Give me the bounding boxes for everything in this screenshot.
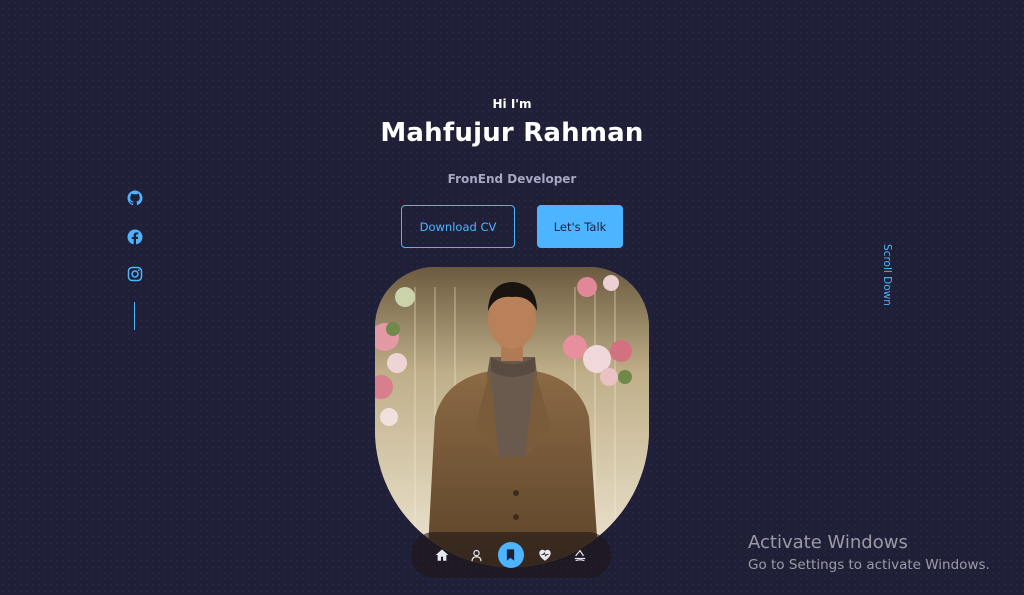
activate-windows-subtitle: Go to Settings to activate Windows. [748,557,990,573]
nav-contact[interactable] [567,542,593,568]
nav-services[interactable] [532,542,558,568]
nav-home[interactable] [429,542,455,568]
user-icon [471,549,482,561]
scroll-down-link[interactable]: Scroll Down [881,244,893,306]
github-icon[interactable] [127,190,143,206]
download-cv-button[interactable]: Download CV [401,205,515,248]
heart-icon [539,549,552,561]
lets-talk-button[interactable]: Let's Talk [537,205,623,248]
hero-name: Mahfujur Rahman [380,118,644,148]
message-icon [574,549,585,562]
facebook-icon[interactable] [127,229,143,245]
hero-role: FronEnd Developer [447,172,577,186]
nav-experience[interactable] [497,542,524,568]
nav-about[interactable] [464,542,490,568]
instagram-icon[interactable] [127,266,143,282]
activate-windows-title: Activate Windows [748,532,908,553]
home-icon [435,549,449,561]
hero-intro: Hi I'm [492,97,532,111]
bookmark-icon [507,549,515,561]
bottom-nav [411,532,611,578]
profile-photo [375,267,649,567]
social-divider-line [134,302,135,330]
